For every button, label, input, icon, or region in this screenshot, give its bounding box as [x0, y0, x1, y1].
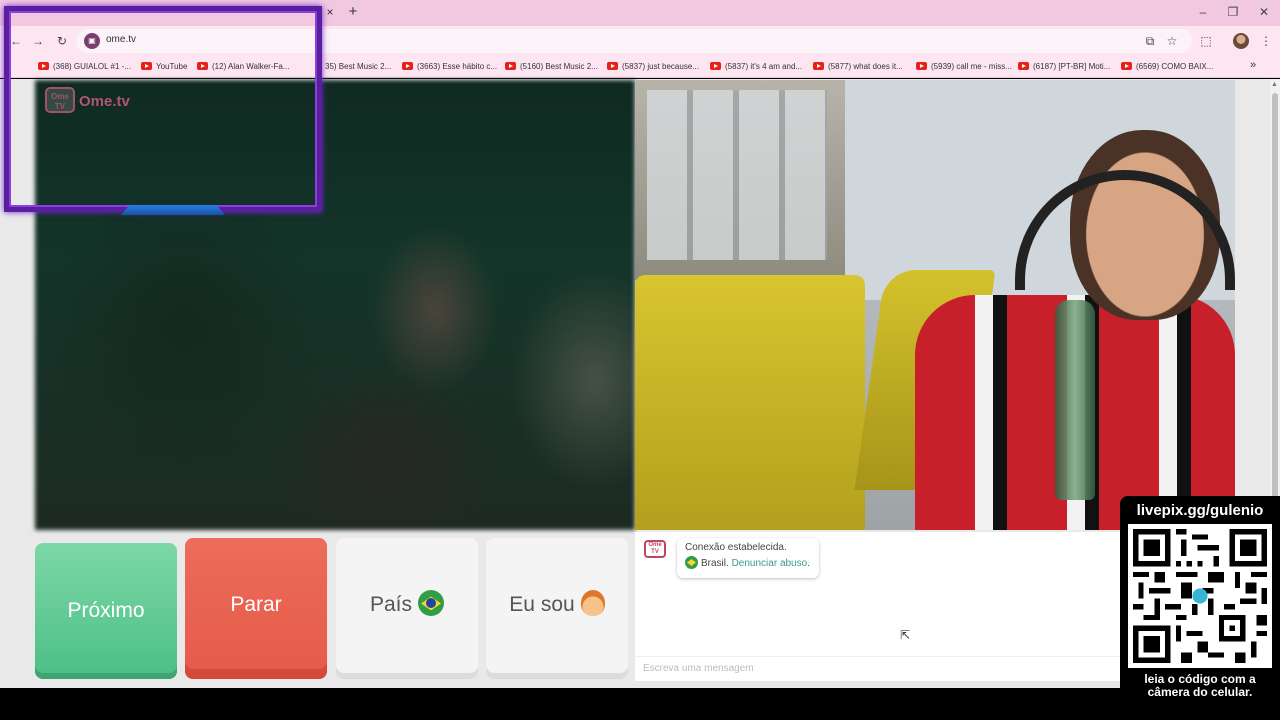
qr-code-image — [1128, 524, 1272, 668]
youtube-icon — [1121, 61, 1132, 70]
youtube-icon — [710, 61, 721, 70]
report-abuse-link[interactable]: Denunciar abuso — [732, 558, 808, 569]
close-tab-icon[interactable]: × — [323, 5, 337, 19]
bookmark-item[interactable]: (5837) just because... — [607, 61, 699, 73]
bookmarks-more-icon[interactable]: » — [1250, 59, 1256, 71]
connection-status-text: Conexão estabelecida. — [685, 542, 787, 553]
brazil-flag-icon — [418, 590, 445, 617]
bookmark-item[interactable]: (5939) call me - miss... — [916, 61, 1012, 73]
livepix-qr-overlay: livepix.gg/gulenio leia o código com a c… — [1120, 496, 1280, 706]
bookmark-item[interactable]: 35) Best Music 2... — [325, 61, 391, 73]
stream-overlay-frame — [4, 6, 322, 215]
mouse-pointer-icon: ⇱ — [900, 628, 911, 642]
scroll-thumb[interactable] — [1272, 93, 1278, 533]
country-text: Brasil. — [701, 558, 729, 570]
cast-icon[interactable]: ⧉ — [1142, 33, 1158, 49]
youtube-icon — [1018, 61, 1029, 70]
youtube-icon — [607, 61, 618, 70]
close-window-button[interactable]: ✕ — [1257, 5, 1271, 19]
country-button[interactable]: País — [336, 538, 478, 679]
scroll-up-icon[interactable]: ▲ — [1271, 81, 1278, 88]
video-cabinet — [635, 80, 845, 280]
bookmark-item[interactable]: (5837) it's 4 am and... — [710, 61, 802, 73]
bookmark-item[interactable]: (6187) [PT-BR] Moti... — [1018, 61, 1110, 73]
ome-tv-chat-icon: Ome TV — [644, 540, 666, 558]
message-input[interactable]: Escreva uma mensagem — [635, 656, 1120, 681]
bookmark-item[interactable]: (5877) what does it... — [813, 61, 903, 73]
chat-panel: Ome TV Conexão estabelecida. Brasil. Den… — [635, 532, 1120, 681]
bookmark-item[interactable]: (5160) Best Music 2... — [505, 61, 598, 73]
profile-avatar[interactable] — [1233, 33, 1249, 49]
qr-title: livepix.gg/gulenio — [1136, 502, 1264, 519]
stop-button[interactable]: Parar — [185, 538, 327, 679]
system-message: Conexão estabelecida. Brasil. Denunciar … — [677, 538, 819, 578]
youtube-icon — [505, 61, 516, 70]
youtube-icon — [402, 61, 413, 70]
new-tab-button[interactable]: + — [345, 3, 361, 20]
video-chair — [635, 275, 865, 530]
restore-button[interactable]: ❐ — [1226, 5, 1240, 19]
bookmark-item[interactable]: (3663) Esse hábito c... — [402, 61, 497, 73]
next-button[interactable]: Próximo — [35, 543, 177, 679]
gender-button[interactable]: Eu sou — [486, 538, 628, 679]
brazil-flag-icon — [685, 556, 698, 569]
bookmark-item[interactable]: (6569) COMO BAIX... — [1121, 61, 1213, 73]
frame-notch — [121, 205, 225, 215]
youtube-icon — [813, 61, 824, 70]
youtube-icon — [916, 61, 927, 70]
boy-emoji-icon — [580, 590, 605, 617]
star-icon[interactable]: ☆ — [1164, 33, 1180, 49]
extensions-icon[interactable]: ⬚ — [1198, 33, 1214, 49]
video-bottle — [1055, 300, 1095, 500]
own-camera-video — [635, 80, 1235, 530]
qr-caption: leia o código com a câmera do celular. — [1144, 672, 1256, 699]
minimize-button[interactable]: – — [1196, 5, 1210, 19]
menu-icon[interactable]: ⋮ — [1258, 33, 1274, 49]
